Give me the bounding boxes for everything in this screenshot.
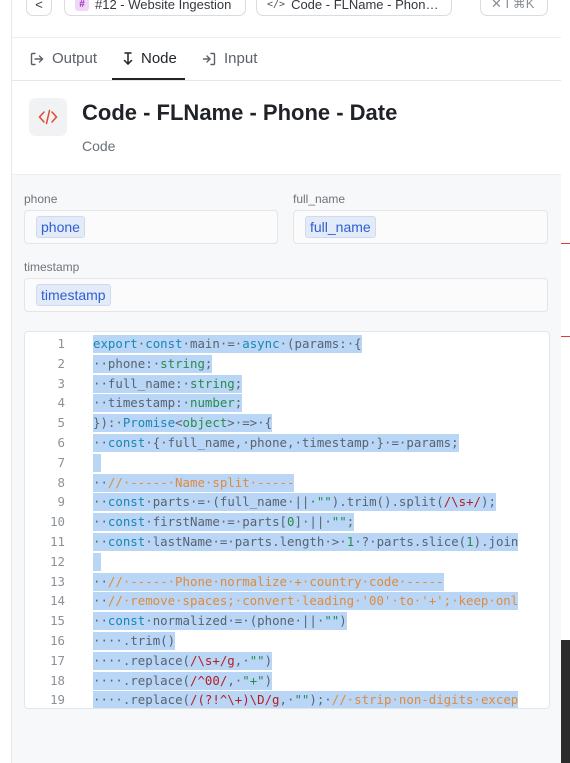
code-line[interactable]: 10 ··const·firstName·=·parts[0]·||·"";	[25, 512, 549, 532]
line-number: 17	[50, 652, 65, 668]
code-line[interactable]: 9 ··const·parts·=·(full_name·||·"").trim(…	[25, 492, 549, 512]
timestamp-field[interactable]: timestamp	[24, 278, 548, 312]
code-line[interactable]: 7	[25, 453, 549, 473]
code-icon: </>	[267, 0, 286, 10]
code-line-text: ··const·firstName·=·parts[0]·||·"";	[93, 513, 355, 532]
code-line-text: ··full_name:·string;	[93, 374, 243, 393]
code-line[interactable]: 13 ··//·-----·Phone·normalize·+·country·c…	[25, 572, 549, 592]
code-line[interactable]: 14 ··//·remove·spaces;·convert·leading·'0…	[25, 591, 549, 611]
code-line[interactable]: 19 ····.replace(/(?!^\+)\D/g,·"");·//·str…	[25, 690, 549, 708]
code-line-text: }):·Promise<object>·=>·{	[93, 414, 273, 433]
code-line-text: ····.trim()	[93, 632, 176, 650]
code-line-text	[93, 453, 101, 472]
line-number: 19	[50, 692, 65, 708]
tab-node-label: Node	[141, 50, 177, 67]
background-divider	[560, 243, 570, 244]
node-details-panel: < # #12 - Website Ingestion </> Code - F…	[11, 0, 561, 763]
field-label-phone: phone	[24, 192, 58, 206]
breadcrumb-node-label: Code - FLName - Phon…	[291, 0, 439, 12]
node-inputs-section: phone phone full_name full_name timestam…	[12, 174, 561, 763]
field-label-full-name: full_name	[293, 192, 346, 206]
breadcrumb-node[interactable]: </> Code - FLName - Phon…	[256, 0, 452, 16]
code-line-text: ··timestamp:·number;	[93, 394, 243, 413]
code-line-text: export·const·main·=·async·(params:·{	[93, 335, 362, 353]
code-line[interactable]: 4 ··timestamp:·number;	[25, 393, 549, 413]
code-line-text: ····.replace(/(?!^\+)\D/g,·"");·//·strip…	[93, 691, 519, 708]
variable-pill[interactable]: phone	[36, 216, 85, 238]
page-title: Code - FLName - Phone - Date	[82, 100, 398, 125]
line-number: 12	[50, 553, 65, 569]
code-line[interactable]: 2 ··phone:·string;	[25, 354, 549, 374]
breadcrumb-workflow[interactable]: # #12 - Website Ingestion	[64, 0, 246, 16]
close-shortcut-label: ✕ I ⌘K	[491, 0, 535, 11]
phone-field[interactable]: phone	[24, 210, 278, 244]
line-number: 1	[57, 336, 65, 351]
node-arrow-icon	[123, 51, 133, 65]
back-button[interactable]: <	[26, 0, 52, 16]
line-number: 13	[50, 573, 65, 589]
code-line-text: ····.replace(/\s+/g,·"")	[93, 651, 273, 670]
code-line-text: ··const·lastName·=·parts.length·>·1·?·pa…	[93, 533, 519, 551]
full-name-field[interactable]: full_name	[293, 210, 548, 244]
code-line-text: ··const·parts·=·(full_name·||·"").trim()…	[93, 493, 496, 512]
line-number: 2	[57, 355, 65, 371]
code-line[interactable]: 12	[25, 552, 549, 572]
log-out-icon	[30, 52, 44, 65]
code-line-text: ··const·{·full_name,·phone,·timestamp·}·…	[93, 434, 459, 452]
field-label-timestamp: timestamp	[24, 260, 80, 274]
tab-input[interactable]: Input	[201, 38, 257, 79]
tab-output-label: Output	[52, 50, 98, 67]
panel-tabs: Output Node Input	[12, 38, 561, 81]
code-line-text: ··const·normalized·=·(phone·||·"")	[93, 612, 347, 631]
line-number: 9	[57, 494, 65, 510]
line-number: 10	[50, 514, 65, 530]
code-line-text	[93, 552, 101, 571]
code-line-text: ····.replace(/^00/,·"+")	[93, 671, 273, 690]
code-line[interactable]: 3 ··full_name:·string;	[25, 374, 549, 394]
code-line-text: ··//·-----·Name·split·-----	[93, 473, 295, 492]
code-line[interactable]: 11 ··const·lastName·=·parts.length·>·1·?·…	[25, 532, 549, 552]
log-in-icon	[202, 52, 216, 65]
line-number: 15	[50, 613, 65, 629]
breadcrumb: < # #12 - Website Ingestion </> Code - F…	[12, 0, 561, 22]
code-editor[interactable]: 1 export·const·main·=·async·(params:·{ 2 ··…	[24, 331, 550, 709]
code-line[interactable]: 15 ··const·normalized·=·(phone·||·"")	[25, 611, 549, 631]
background-dark-area	[560, 640, 570, 763]
node-header: Code - FLName - Phone - Date Code	[12, 81, 561, 173]
code-line[interactable]: 5 }):·Promise<object>·=>·{	[25, 413, 549, 433]
code-line-text: ··//·remove·spaces;·convert·leading·'00'…	[93, 592, 519, 611]
close-button[interactable]: ✕ I ⌘K	[480, 0, 548, 16]
code-line[interactable]: 8 ··//·-----·Name·split·-----	[25, 473, 549, 493]
line-number: 6	[57, 435, 65, 450]
background-divider	[560, 336, 570, 337]
line-number: 14	[50, 593, 65, 609]
line-number: 18	[50, 672, 65, 688]
code-line[interactable]: 16 ····.trim()	[25, 631, 549, 651]
tab-input-label: Input	[224, 50, 258, 67]
code-line[interactable]: 6 ··const·{·full_name,·phone,·timestamp·}…	[25, 433, 549, 453]
breadcrumb-workflow-label: #12 - Website Ingestion	[95, 0, 232, 12]
code-line-text: ··//·-----·Phone·normalize·+·country·cod…	[93, 572, 444, 591]
active-tab-indicator	[112, 78, 185, 80]
node-type-label: Code	[82, 138, 116, 154]
code-line[interactable]: 17 ····.replace(/\s+/g,·"")	[25, 651, 549, 671]
line-number: 4	[57, 395, 65, 411]
code-line-text: ··phone:·string;	[93, 354, 213, 373]
line-number: 8	[57, 474, 65, 490]
tab-output[interactable]: Output	[29, 38, 97, 79]
hash-icon: #	[75, 0, 89, 11]
code-icon	[29, 98, 67, 136]
code-line[interactable]: 1 export·const·main·=·async·(params:·{	[25, 334, 549, 354]
line-number: 11	[50, 534, 65, 549]
line-number: 7	[57, 454, 65, 470]
code-line[interactable]: 18 ····.replace(/^00/,·"+")	[25, 671, 549, 691]
line-number: 5	[57, 415, 65, 431]
variable-pill[interactable]: timestamp	[36, 284, 111, 306]
tab-node[interactable]: Node	[112, 38, 185, 80]
chevron-left-icon: <	[35, 0, 43, 12]
variable-pill[interactable]: full_name	[305, 216, 376, 238]
line-number: 3	[57, 375, 65, 391]
line-number: 16	[50, 633, 65, 648]
